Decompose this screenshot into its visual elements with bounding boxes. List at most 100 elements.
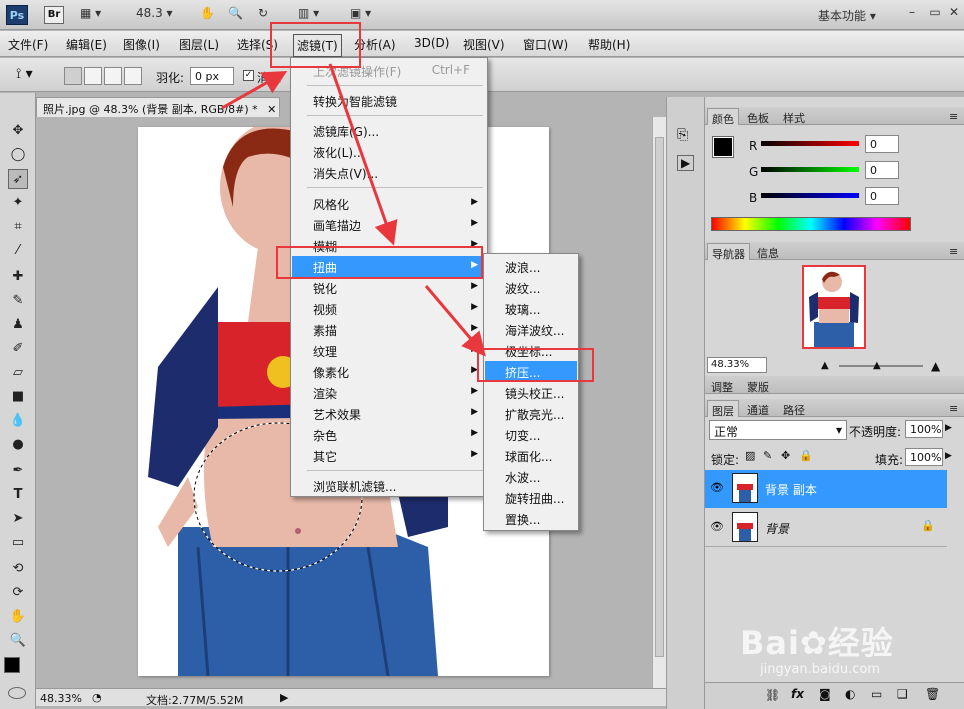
intersect-selection-icon[interactable] [124,67,142,85]
menu-item-smart-filter[interactable]: 转换为智能滤镜 [292,90,486,111]
screen-mode-icon[interactable]: ▦ ▾ [80,6,101,24]
brush-tool-icon[interactable]: ✎ [8,291,28,311]
submenu-item-shear[interactable]: 切变... [485,424,577,445]
antialias-checkbox[interactable]: ✓ [243,70,254,81]
link-layers-icon[interactable]: ⛓ [765,688,780,702]
tab-layers[interactable]: 图层 [707,400,739,418]
feather-input[interactable]: 0 px [190,67,234,85]
tab-color[interactable]: 颜色 [707,108,739,126]
submenu-item-glass[interactable]: 玻璃... [485,298,577,319]
minimize-icon[interactable]: – [902,5,922,21]
magic-wand-icon[interactable]: ✦ [8,193,28,213]
hand-tool-icon[interactable]: ✋ [200,6,215,24]
navigator-zoom-slider[interactable] [839,365,923,367]
menu-view[interactable]: 视图(V) [463,36,505,53]
panel-menu-icon[interactable]: ≡ [945,400,962,417]
clone-stamp-icon[interactable]: ♟ [8,315,28,335]
crop-tool-icon[interactable]: ⌗ [8,217,28,237]
panel-menu-icon[interactable]: ≡ [945,243,962,260]
path-selection-icon[interactable]: ➤ [8,509,28,529]
hand-tool-icon-2[interactable]: ✋ [8,607,28,627]
submenu-item-ocean-ripple[interactable]: 海洋波纹... [485,319,577,340]
menu-edit[interactable]: 编辑(E) [66,36,107,53]
menu-item-video[interactable]: 视频 ▶ [292,298,486,319]
menu-item-sharpen[interactable]: 锐化 ▶ [292,277,486,298]
menu-item-other[interactable]: 其它 ▶ [292,445,486,466]
vertical-scrollbar[interactable] [652,117,666,688]
status-zoom[interactable]: 48.33% [40,692,82,705]
zoom-level-dropdown[interactable]: 48.3 ▾ [136,6,173,24]
tab-paths[interactable]: 路径 [779,400,809,417]
submenu-item-twirl[interactable]: 旋转扭曲... [485,487,577,508]
status-info-icon[interactable]: ◔ [92,691,102,704]
menu-image[interactable]: 图像(I) [123,36,160,53]
blur-tool-icon[interactable]: 💧 [8,411,28,431]
menu-item-sketch[interactable]: 素描 ▶ [292,319,486,340]
submenu-item-ripple[interactable]: 波纹... [485,277,577,298]
lasso-preset-icon[interactable]: ⟟ ▾ [16,66,33,82]
scrollbar-thumb[interactable] [655,137,664,657]
submenu-item-lens-correction[interactable]: 镜头校正... [485,382,577,403]
adjustment-layer-icon[interactable]: ◐ [845,687,855,701]
menu-window[interactable]: 窗口(W) [523,36,568,53]
layer-mask-icon[interactable]: ◙ [819,687,831,701]
lasso-tool-icon[interactable]: ➶ [8,169,28,189]
delete-layer-icon[interactable]: 🗑 [925,687,940,701]
menu-item-texture[interactable]: 纹理 ▶ [292,340,486,361]
new-selection-icon[interactable] [64,67,82,85]
menu-item-stylize[interactable]: 风格化 ▶ [292,193,486,214]
3d-rotate-icon[interactable]: ⟲ [8,559,28,579]
zoom-out-icon[interactable]: ▲ [821,360,829,371]
layer-visibility-icon[interactable]: 👁 [710,520,724,533]
lock-all-icon[interactable]: 🔒 [799,449,813,462]
menu-item-pixelate[interactable]: 像素化 ▶ [292,361,486,382]
layer-row[interactable]: 👁 背景 🔒 [705,509,947,547]
add-selection-icon[interactable] [84,67,102,85]
layer-row-selected[interactable]: 👁 背景 副本 [705,470,947,508]
navigator-thumbnail[interactable] [802,265,866,349]
history-icon[interactable]: ⎘ [677,127,688,143]
submenu-item-diffuse-glow[interactable]: 扩散亮光... [485,403,577,424]
quick-mask-icon[interactable] [8,687,26,699]
layer-style-icon[interactable]: fx [791,687,804,701]
shape-tool-icon[interactable]: ▭ [8,533,28,553]
layer-visibility-icon[interactable]: 👁 [710,481,724,494]
submenu-item-wave[interactable]: 波浪... [485,256,577,277]
tab-styles[interactable]: 样式 [779,108,809,125]
move-tool-icon[interactable]: ✥ [8,121,28,141]
tab-adjustments[interactable]: 调整 [707,377,737,394]
zoom-tool-icon-2[interactable]: 🔍 [8,631,28,651]
opacity-dropdown-icon[interactable]: ▶ [945,423,952,433]
layer-name[interactable]: 背景 [765,520,789,537]
eraser-icon[interactable]: ▱ [8,363,28,383]
type-tool-icon[interactable]: T [8,485,28,505]
tab-swatches[interactable]: 色板 [743,108,773,125]
submenu-item-spherize[interactable]: 球面化... [485,445,577,466]
dodge-tool-icon[interactable]: ● [8,435,28,455]
workspace-switcher[interactable]: 基本功能 ▾ [818,7,876,25]
lock-pixels-icon[interactable]: ✎ [763,449,772,462]
zoom-in-icon[interactable]: ▲ [931,359,940,373]
blue-slider[interactable] [761,193,859,198]
close-icon[interactable]: ✕ [944,5,964,21]
3d-orbit-icon[interactable]: ⟳ [8,583,28,603]
menu-item-noise[interactable]: 杂色 ▶ [292,424,486,445]
menu-3d[interactable]: 3D(D) [414,36,449,50]
menu-item-vanishing-point[interactable]: 消失点(V)... [292,162,486,183]
color-fg-swatch[interactable] [712,136,734,158]
menu-item-artistic[interactable]: 艺术效果 ▶ [292,403,486,424]
pen-tool-icon[interactable]: ✒ [8,461,28,481]
menu-item-filter-gallery[interactable]: 滤镜库(G)... [292,120,486,141]
panel-menu-icon[interactable]: ≡ [945,108,962,125]
green-slider[interactable] [761,167,859,172]
navigator-slider-thumb[interactable]: ▲ [873,360,881,371]
menu-file[interactable]: 文件(F) [8,36,48,53]
color-spectrum-bar[interactable] [711,217,911,231]
healing-brush-icon[interactable]: ✚ [8,267,28,287]
blend-mode-select[interactable]: 正常 ▾ [709,420,847,440]
tab-channels[interactable]: 通道 [743,400,773,417]
lock-transparency-icon[interactable]: ▨ [745,449,755,462]
eyedropper-icon[interactable]: ⁄ [8,241,28,261]
bridge-button[interactable]: Br [44,6,64,24]
green-value-input[interactable]: 0 [865,161,899,179]
